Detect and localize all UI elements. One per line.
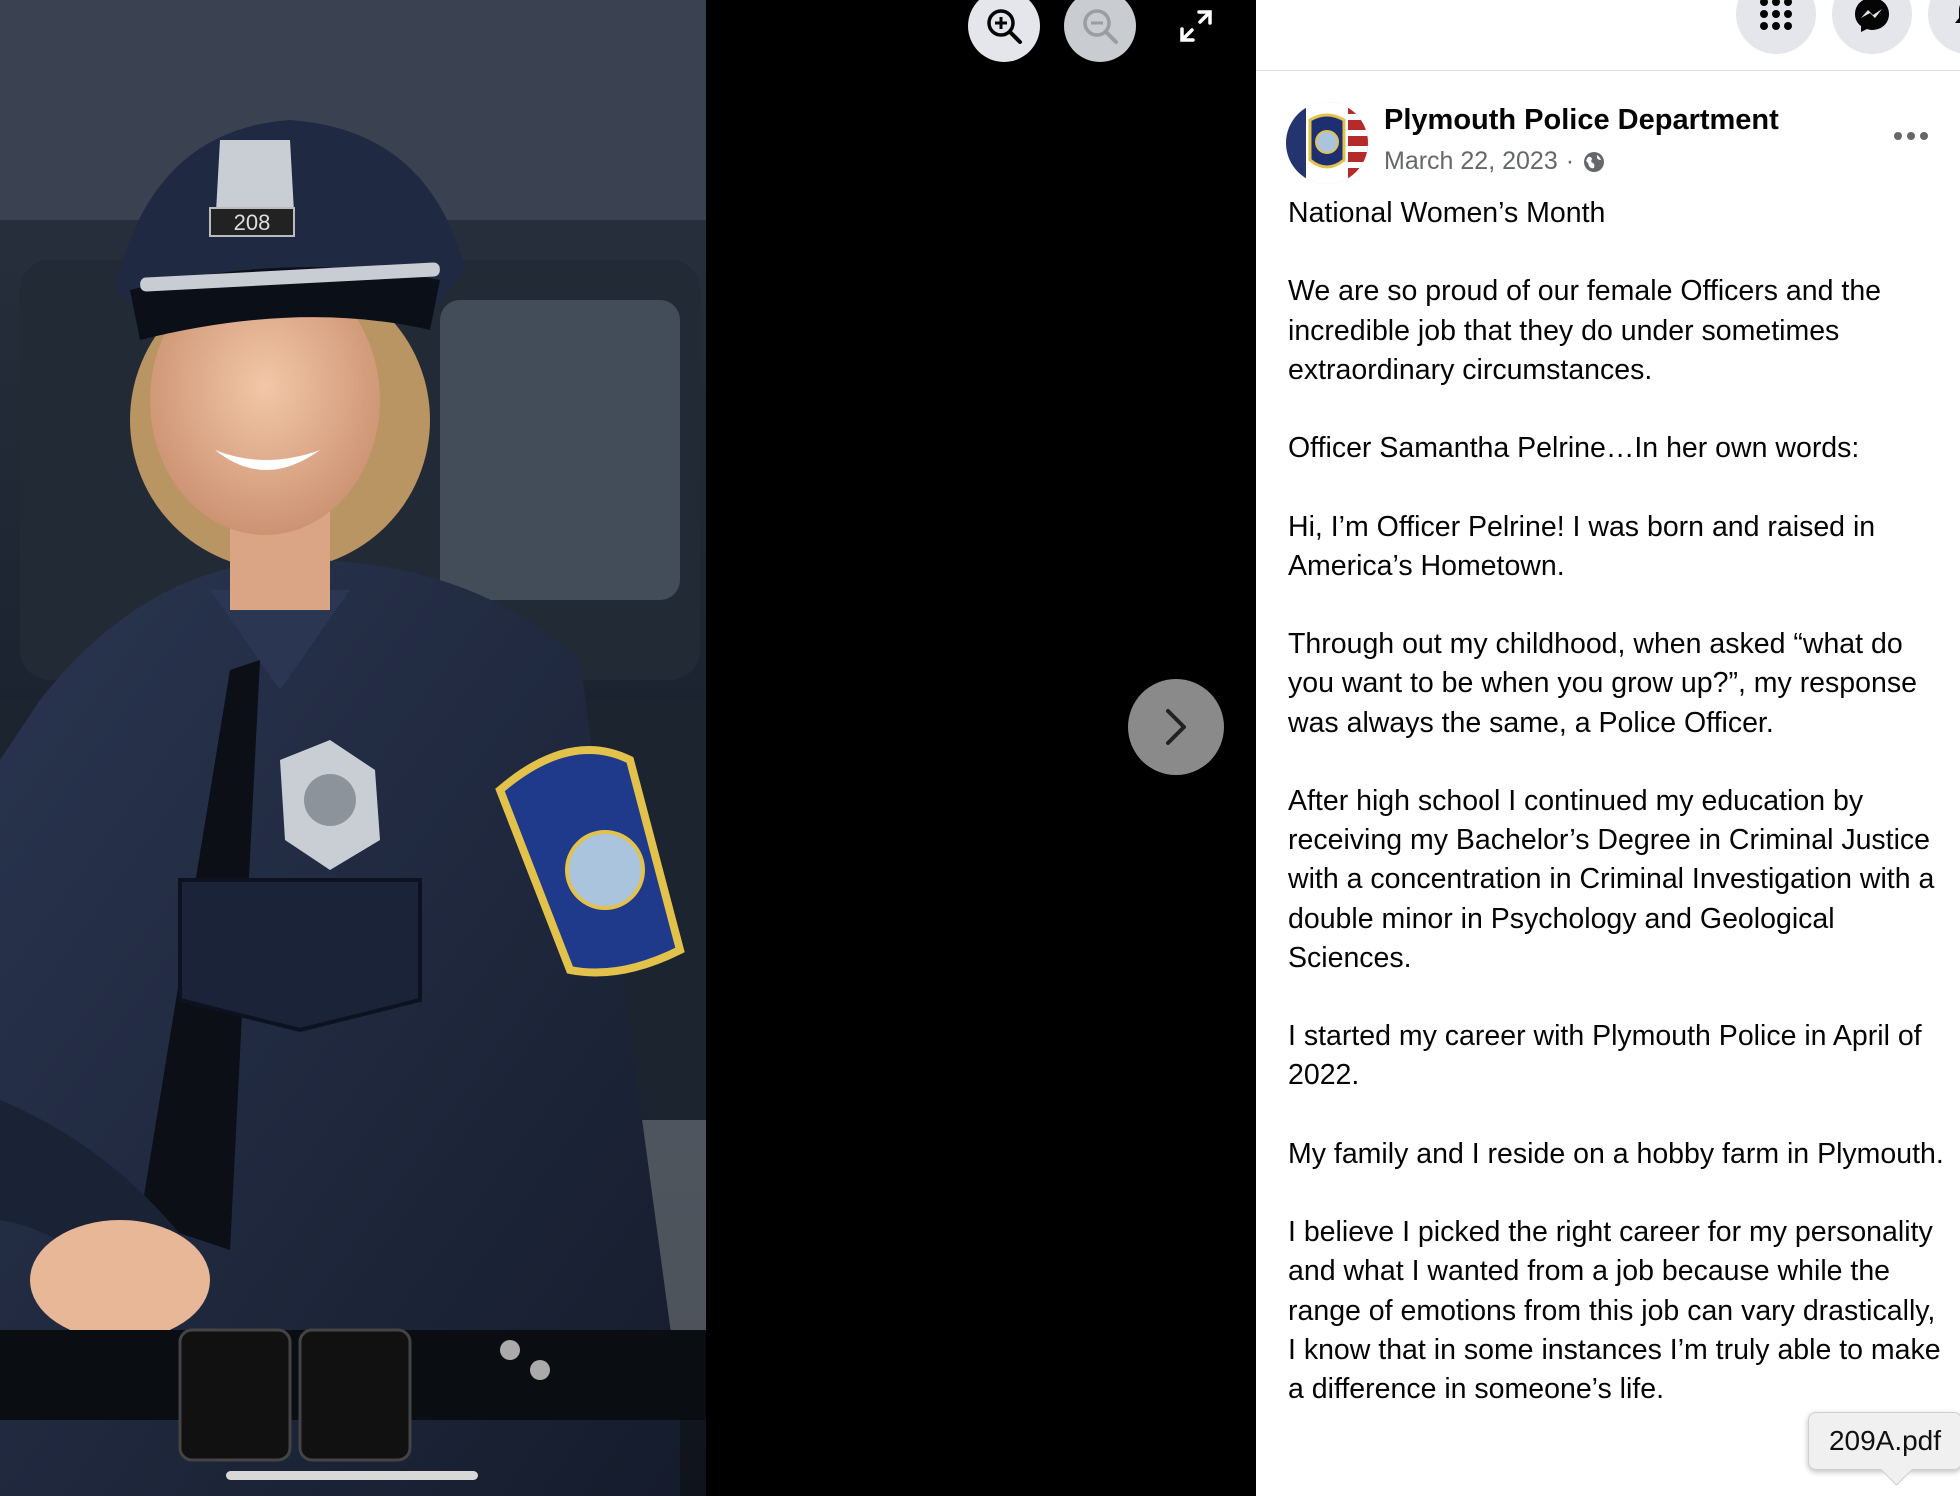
chevron-right-icon	[1166, 709, 1186, 745]
post-paragraph: After high school I continued my educati…	[1288, 784, 1935, 974]
police-patch-logo-icon	[1286, 102, 1368, 184]
zoom-out-icon	[1083, 9, 1118, 44]
post-photo[interactable]: 208	[0, 0, 706, 1496]
grid-menu-icon	[1760, 0, 1792, 30]
post-paragraph: I believe I picked the right career for …	[1288, 1216, 1941, 1405]
zoom-in-icon	[987, 9, 1022, 44]
bell-icon	[1955, 5, 1960, 23]
post-options-button[interactable]	[1884, 114, 1938, 158]
media-viewer: 208	[0, 0, 1256, 1496]
post-meta: March 22, 2023 ·	[1384, 147, 1606, 176]
page-avatar[interactable]	[1286, 102, 1368, 184]
fullscreen-button[interactable]	[1160, 0, 1232, 62]
post-paragraph: National Women’s Month	[1288, 197, 1606, 229]
notifications-button[interactable]	[1928, 0, 1960, 54]
zoom-out-button[interactable]	[1064, 0, 1136, 62]
file-tooltip[interactable]: 209A.pdf	[1808, 1412, 1960, 1486]
expand-icon	[1180, 10, 1212, 42]
post-paragraph: We are so proud of our female Officers a…	[1288, 275, 1882, 386]
post-paragraph: Hi, I’m Officer Pelrine! I was born and …	[1288, 510, 1876, 582]
post-paragraph: Through out my childhood, when asked “wh…	[1288, 628, 1917, 739]
post-header: Plymouth Police Department March 22, 202…	[1286, 100, 1936, 186]
post-panel: Plymouth Police Department March 22, 202…	[1256, 0, 1960, 1496]
menu-button[interactable]	[1736, 0, 1816, 54]
more-options-icon	[1894, 132, 1928, 140]
photo-scroll-indicator[interactable]	[226, 1471, 478, 1480]
post-text: National Women’s Month We are so proud o…	[1288, 194, 1944, 1448]
meta-separator: ·	[1565, 147, 1575, 175]
post-paragraph: Officer Samantha Pelrine…In her own word…	[1288, 432, 1860, 465]
globe-icon[interactable]	[1582, 150, 1606, 174]
post-paragraph: I started my career with Plymouth Police…	[1288, 1020, 1922, 1092]
post-date[interactable]: March 22, 2023	[1384, 147, 1558, 176]
zoom-in-button[interactable]	[968, 0, 1040, 62]
file-tooltip-name: 209A.pdf	[1828, 1425, 1942, 1456]
messenger-button[interactable]	[1832, 0, 1912, 54]
messenger-icon	[1855, 0, 1889, 32]
next-photo-button[interactable]	[1128, 679, 1224, 775]
page-name-link[interactable]: Plymouth Police Department	[1384, 104, 1779, 137]
cap-badge-number: 208	[234, 210, 271, 235]
post-paragraph: My family and I reside on a hobby farm i…	[1288, 1137, 1944, 1170]
officer-photo-illustration: 208	[0, 0, 706, 1496]
top-bar	[1256, 0, 1960, 71]
